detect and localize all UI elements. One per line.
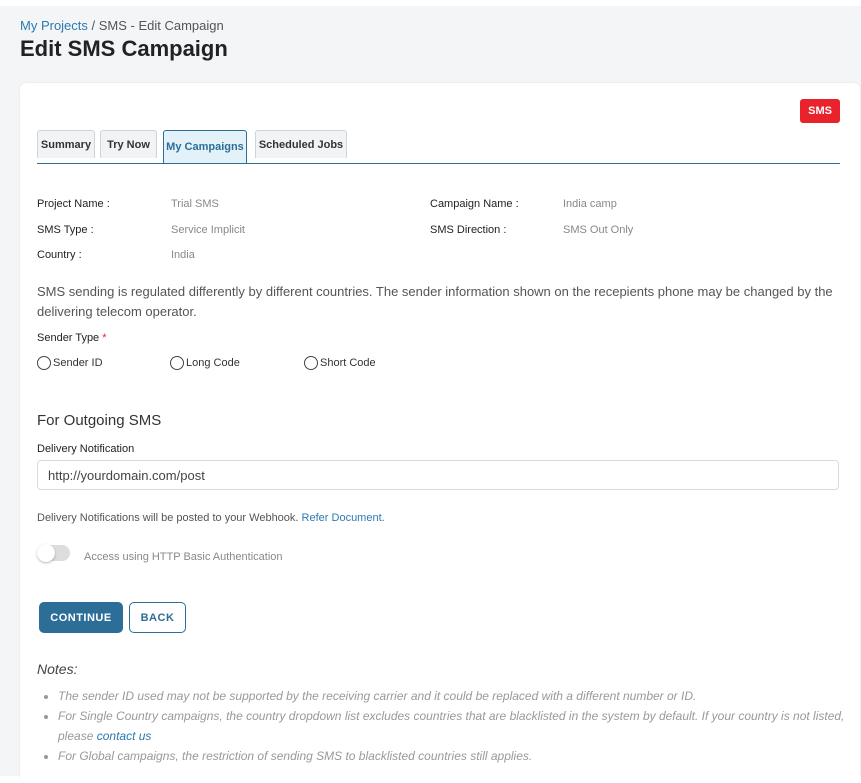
delivery-notification-label: Delivery Notification xyxy=(37,443,135,455)
sms-direction-value: SMS Out Only xyxy=(563,224,634,236)
radio-circle-icon[interactable] xyxy=(170,356,184,370)
delivery-notification-input[interactable] xyxy=(37,460,839,490)
refer-document-link[interactable]: Refer Document. xyxy=(302,512,385,524)
note-item: For Global campaigns, the restriction of… xyxy=(58,746,861,766)
basic-auth-label: Access using HTTP Basic Authentication xyxy=(84,551,283,563)
outgoing-sms-heading: For Outgoing SMS xyxy=(37,412,162,429)
project-name-label: Project Name : xyxy=(37,198,110,210)
radio-label: Long Code xyxy=(186,357,240,369)
webhook-note: Delivery Notifications will be posted to… xyxy=(37,512,385,524)
project-name-value: Trial SMS xyxy=(171,198,219,210)
campaign-name-value: India camp xyxy=(563,198,617,210)
radio-long-code[interactable]: Long Code xyxy=(170,356,240,370)
tab-bar: Summary Try Now My Campaigns Scheduled J… xyxy=(37,130,840,164)
tab-scheduled-jobs[interactable]: Scheduled Jobs xyxy=(255,130,347,158)
sms-type-label: SMS Type : xyxy=(37,224,94,236)
toggle-knob xyxy=(37,544,55,562)
breadcrumb-separator: / xyxy=(87,18,99,33)
sms-badge: SMS xyxy=(800,99,840,123)
back-button[interactable]: BACK xyxy=(129,602,186,633)
campaign-card: SMS Summary Try Now My Campaigns Schedul… xyxy=(20,83,860,783)
radio-circle-icon[interactable] xyxy=(304,356,318,370)
basic-auth-toggle[interactable] xyxy=(37,544,70,562)
breadcrumb-link-my-projects[interactable]: My Projects xyxy=(20,18,88,33)
radio-label: Sender ID xyxy=(53,357,103,369)
radio-circle-icon[interactable] xyxy=(37,356,51,370)
sender-type-label: Sender Type * xyxy=(37,332,107,344)
breadcrumb-current: SMS - Edit Campaign xyxy=(98,18,224,33)
tab-try-now[interactable]: Try Now xyxy=(100,130,157,158)
page-title: Edit SMS Campaign xyxy=(20,36,228,61)
radio-sender-id[interactable]: Sender ID xyxy=(37,356,103,370)
note-item: The sender ID used may not be supported … xyxy=(58,686,861,706)
tab-my-campaigns[interactable]: My Campaigns xyxy=(163,130,247,163)
regulation-note: SMS sending is regulated differently by … xyxy=(37,284,833,319)
notes-list: The sender ID used may not be supported … xyxy=(37,686,861,766)
required-mark: * xyxy=(102,332,107,344)
continue-button[interactable]: CONTINUE xyxy=(39,602,123,633)
country-value: India xyxy=(171,249,195,261)
contact-us-link[interactable]: contact us xyxy=(97,729,152,743)
note-item: For Single Country campaigns, the countr… xyxy=(58,706,861,746)
sms-type-value: Service Implicit xyxy=(171,224,245,236)
tab-summary[interactable]: Summary xyxy=(37,130,95,158)
breadcrumb: My Projects / SMS - Edit Campaign xyxy=(20,18,224,33)
page-background: My Projects / SMS - Edit Campaign Edit S… xyxy=(0,6,861,783)
notes-heading: Notes: xyxy=(37,661,78,677)
campaign-name-label: Campaign Name : xyxy=(430,198,519,210)
country-label: Country : xyxy=(37,249,82,261)
radio-label: Short Code xyxy=(320,357,376,369)
sms-direction-label: SMS Direction : xyxy=(430,224,507,236)
radio-short-code[interactable]: Short Code xyxy=(304,356,376,370)
